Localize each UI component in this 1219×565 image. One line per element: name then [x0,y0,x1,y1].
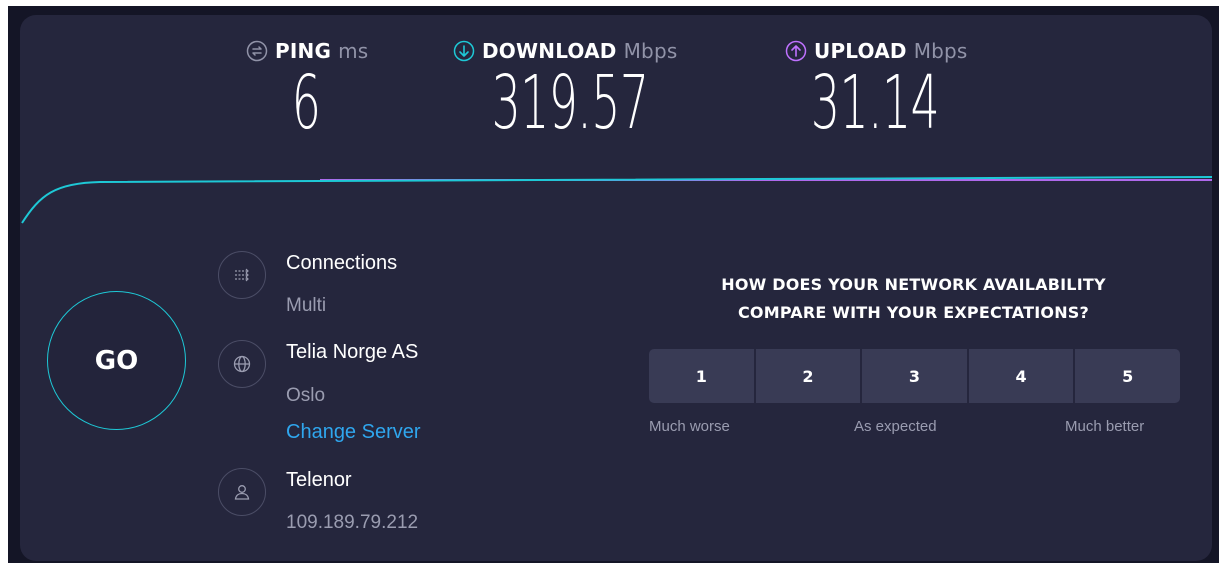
rating-option-1[interactable]: 1 [649,349,754,403]
rating-scale: 1 2 3 4 5 [649,349,1180,403]
speedtest-panel: PING ms 6 DOWNLOAD Mbps 319.57 UPLOAD Mb… [20,15,1212,561]
rating-label-high: Much better [1065,418,1145,435]
connections-value: Multi [286,295,327,316]
provider-ip: 109.189.79.212 [286,512,419,533]
survey-question: HOW DOES YOUR NETWORK AVAILABILITY COMPA… [647,271,1180,327]
user-icon [218,468,266,516]
globe-icon [218,340,266,388]
ping-value: 6 [291,60,321,146]
server-name: Telia Norge AS [286,341,419,363]
connections-icon [218,251,266,299]
change-server-link[interactable]: Change Server [286,421,421,444]
go-button[interactable]: GO [47,291,186,430]
ping-icon [246,40,268,62]
server-location: Oslo [286,385,326,406]
ping-unit: ms [338,39,369,63]
rating-option-2[interactable]: 2 [755,349,861,403]
upload-arrow-icon [785,40,807,62]
rating-option-5[interactable]: 5 [1075,349,1180,403]
rating-label-low: Much worse [649,418,730,435]
rating-option-3[interactable]: 3 [862,349,967,403]
download-arrow-icon [453,40,475,62]
survey-question-line1: HOW DOES YOUR NETWORK AVAILABILITY [721,275,1106,294]
upload-value: 31.14 [810,60,940,146]
speed-graph [21,176,1212,224]
download-value: 319.57 [491,60,649,146]
connections-title: Connections [286,252,398,274]
go-button-label: GO [94,345,139,376]
rating-label-mid: As expected [854,418,937,435]
rating-option-4[interactable]: 4 [968,349,1074,403]
survey-question-line2: COMPARE WITH YOUR EXPECTATIONS? [737,303,1090,322]
provider-name: Telenor [286,469,352,491]
